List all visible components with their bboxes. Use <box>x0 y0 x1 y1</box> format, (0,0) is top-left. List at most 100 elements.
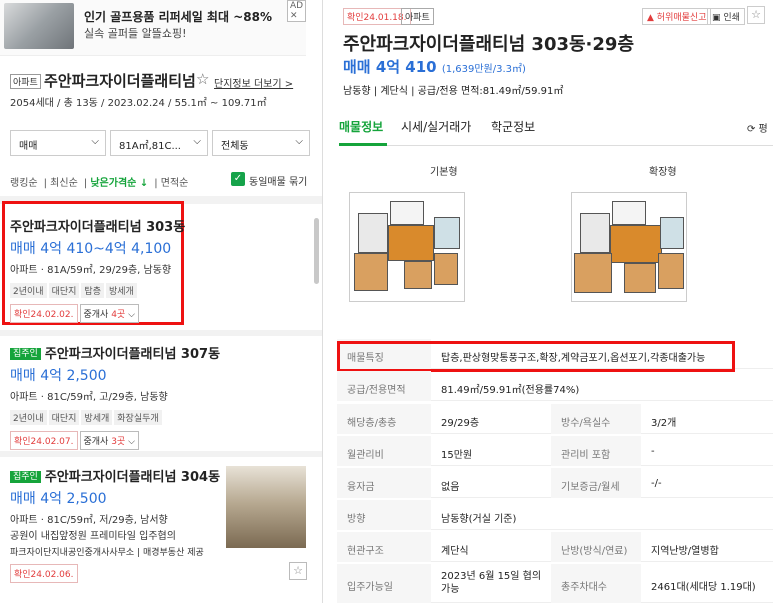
detail-tabs: 매물정보 시세/실거래가 학군정보 ⟳ 평 <box>339 108 773 146</box>
detail-summary: 남동향 | 계단식 | 공급/전용 면적:81.49㎡/59.91㎡ <box>343 86 564 97</box>
agent-label: 중개사 <box>83 310 112 320</box>
chevron-down-icon: ⌵ <box>295 136 303 147</box>
info-value: 없음 <box>441 482 460 493</box>
ad-thumbnail <box>4 3 74 49</box>
complex-info: 2054세대 / 총 13동 / 2023.02.24 / 55.1㎡ ~ 10… <box>10 98 267 109</box>
chevron-down-icon: ⌵ <box>193 136 201 147</box>
favorite-star-icon[interactable]: ☆ <box>196 70 209 88</box>
area-select[interactable]: 81A㎡,81C... ⌵ <box>110 130 208 156</box>
info-label: 관리비 포함 <box>561 450 611 461</box>
report-label: 허위매물신고 <box>656 13 707 23</box>
sort-latest[interactable]: 최신순 <box>50 178 78 189</box>
listing-desc: 아파트 · 81A/59㎡, 29/29층, 남동향 <box>10 265 172 276</box>
listing-note: 공원이 내집앞정원 프레미타일 입주협의 <box>10 531 176 542</box>
listing-chips: 2년이내 대단지 방세개 화장실두개 <box>10 406 310 425</box>
info-row: 해당층/총층 29/29층 방수/욕실수 3/2개 <box>337 404 773 434</box>
scrollbar-thumb[interactable] <box>314 218 319 284</box>
favorite-star-icon[interactable]: ☆ <box>747 6 765 24</box>
ad-banner[interactable]: 인기 골프용품 리퍼세일 최대 ~88% 실속 골퍼들 알뜰쇼핑! AD ✕ <box>0 0 307 56</box>
confirm-date: 확인24.02.06. <box>10 564 78 583</box>
sort-lowest-price[interactable]: 낮은가격순 ↓ <box>90 178 148 189</box>
ad-close-badge[interactable]: AD ✕ <box>287 0 307 22</box>
agent-count: 3곳 <box>111 437 126 447</box>
listing-item[interactable]: 집주인 주안파크자이더플래티넘 304동 매매 4억 2,500 아파트 · 81… <box>10 466 222 583</box>
listing-item[interactable]: 주안파크자이더플래티넘 303동 매매 4억 410~4억 4,100 아파트 … <box>10 216 310 323</box>
chip: 탑층 <box>81 283 104 298</box>
floorplan-label: 확장형 <box>649 167 677 178</box>
complex-type-tag: 아파트 <box>10 74 41 89</box>
info-value: - <box>651 446 655 457</box>
listing-panel: 인기 골프용품 리퍼세일 최대 ~88% 실속 골퍼들 알뜰쇼핑! AD ✕ 아… <box>0 0 323 603</box>
area-unit-toggle[interactable]: ⟳ 평 <box>747 120 768 135</box>
dong-value: 전체동 <box>221 141 249 152</box>
listing-price: 매매 4억 2,500 <box>10 368 107 384</box>
owner-tag: 집주인 <box>10 348 41 360</box>
tab-school-info[interactable]: 학군정보 <box>491 118 535 135</box>
group-same-label: 동일매물 묶기 <box>249 177 308 188</box>
info-label: 입주가능일 <box>347 582 393 593</box>
info-value: 3/2개 <box>651 418 677 429</box>
confirm-date: 확인24.02.07. <box>10 431 78 450</box>
listing-price: 매매 4억 2,500 <box>10 491 107 507</box>
trade-type-select[interactable]: 매매 ⌵ <box>10 130 106 156</box>
confirm-date: 확인24.02.02. <box>10 304 78 323</box>
report-button[interactable]: ▲ 허위매물신고 <box>642 8 712 25</box>
siren-icon: ▲ <box>647 13 657 23</box>
info-label: 해당층/총층 <box>347 418 397 429</box>
highlight-box <box>337 341 735 372</box>
trade-type-value: 매매 <box>19 141 38 152</box>
sort-options: 랭킹순 | 최신순 | 낮은가격순 ↓ | 면적순 <box>10 178 189 189</box>
agent-count-button[interactable]: 중개사 4곳 ⌵ <box>79 304 139 323</box>
chevron-down-icon: ⌵ <box>125 310 135 320</box>
printer-icon: ▣ <box>712 13 724 23</box>
chip: 방세개 <box>81 410 113 425</box>
sort-ranking[interactable]: 랭킹순 <box>10 178 38 189</box>
floorplan-extended-image[interactable] <box>571 192 687 302</box>
favorite-star-icon[interactable]: ☆ <box>289 562 307 580</box>
listing-price: 매매 4억 410~4억 4,100 <box>10 241 172 257</box>
tab-listing-info[interactable]: 매물정보 <box>339 118 383 135</box>
info-label: 기보증금/월세 <box>561 482 620 493</box>
listing-title: 주안파크자이더플래티넘 304동 <box>44 470 221 485</box>
floorplan-label: 기본형 <box>430 167 458 178</box>
info-value: 29/29층 <box>441 418 480 429</box>
dong-select[interactable]: 전체동 ⌵ <box>212 130 310 156</box>
ad-title: 인기 골프용품 리퍼세일 최대 ~88% <box>84 10 272 24</box>
info-row: 공급/전용면적 81.49㎡/59.91㎡(전용률74%) <box>337 371 773 401</box>
listing-desc: 아파트 · 81C/59㎡, 고/29층, 남동향 <box>10 392 168 403</box>
complex-more-link[interactable]: 단지정보 더보기 > <box>214 75 293 90</box>
agent-count: 4곳 <box>111 310 126 320</box>
info-row: 입주가능일 2023년 6월 15일 협의 가능 총주차대수 2461대(세대당… <box>337 564 773 603</box>
listing-chips: 2년이내 대단지 탑층 방세개 <box>10 279 310 298</box>
group-same-checkbox[interactable]: ✓ <box>231 172 245 186</box>
info-label: 현관구조 <box>347 546 384 557</box>
listing-desc: 아파트 · 81C/59㎡, 저/29층, 남서향 <box>10 515 168 526</box>
info-label: 월관리비 <box>347 450 384 461</box>
chip: 대단지 <box>48 410 80 425</box>
info-label: 공급/전용면적 <box>347 385 406 396</box>
detail-price-per: (1,639만원/3.3㎡) <box>441 64 526 75</box>
sort-area[interactable]: 면적순 <box>161 178 189 189</box>
detail-title: 주안파크자이더플래티넘 303동·29층 <box>343 34 635 55</box>
info-label: 방수/욕실수 <box>561 418 611 429</box>
info-label: 난방(방식/연료) <box>561 546 628 557</box>
info-row: 방향 남동향(거실 기준) <box>337 500 773 530</box>
agent-count-button[interactable]: 중개사 3곳 ⌵ <box>79 431 139 450</box>
section-divider <box>0 451 322 457</box>
section-divider <box>0 330 322 336</box>
chevron-down-icon: ⌵ <box>125 437 135 447</box>
chip: 대단지 <box>48 283 80 298</box>
listing-photo[interactable] <box>226 466 306 548</box>
chevron-down-icon: ⌵ <box>91 136 99 147</box>
print-button[interactable]: ▣ 인쇄 <box>707 8 745 25</box>
listing-title-wrap: 집주인 주안파크자이더플래티넘 307동 <box>10 343 310 362</box>
listing-agent-source: 파크자이단지내공인중개사사무소 | 매경부동산 제공 <box>10 548 204 558</box>
detail-price: 매매 4억 410 <box>343 58 437 76</box>
tab-price-history[interactable]: 시세/실거래가 <box>401 118 471 135</box>
ad-subtitle: 실속 골퍼들 알뜰쇼핑! <box>84 27 187 40</box>
info-value: 지역난방/열병합 <box>651 546 719 557</box>
info-label: 총주차대수 <box>561 582 607 593</box>
floorplan-basic-image[interactable] <box>349 192 465 302</box>
info-row: 월관리비 15만원 관리비 포함 - <box>337 436 773 466</box>
listing-item[interactable]: 집주인 주안파크자이더플래티넘 307동 매매 4억 2,500 아파트 · 81… <box>10 343 310 450</box>
